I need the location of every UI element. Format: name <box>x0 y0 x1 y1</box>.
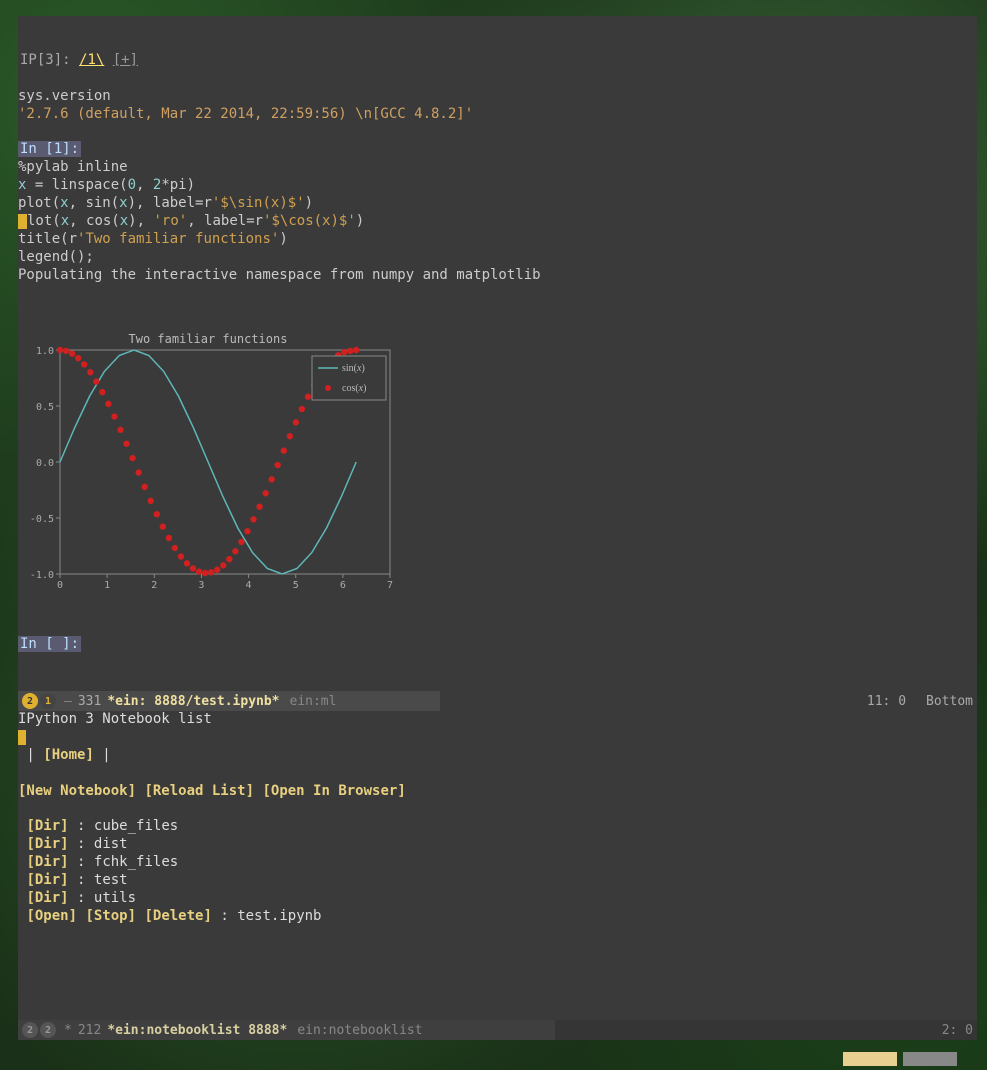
buffer-name: *ein:notebooklist 8888* <box>107 1023 287 1038</box>
svg-text:5: 5 <box>293 580 299 591</box>
dir-name: fchk_files <box>94 854 178 870</box>
tab-bar[interactable]: IP[3]: /1\ [+] <box>18 52 977 70</box>
dir-name: test <box>94 872 128 888</box>
taskbar-icons <box>843 1052 957 1066</box>
code-line: legend(); <box>18 249 94 265</box>
in-prompt-empty[interactable]: In [ ]: <box>18 636 81 652</box>
nb-open-button[interactable]: [Open] <box>26 908 77 924</box>
code-output: '2.7.6 (default, Mar 22 2014, 22:59:56) … <box>18 106 473 122</box>
dir-link[interactable]: [Dir] <box>26 872 68 888</box>
svg-text:0: 0 <box>57 580 63 591</box>
svg-text:7: 7 <box>387 580 393 591</box>
new-notebook-button[interactable]: [New Notebook] <box>18 783 136 799</box>
svg-text:2: 2 <box>151 580 157 591</box>
svg-text:-0.5: -0.5 <box>30 514 54 525</box>
plot-output: Two familiar functions -1.0-0.50.00.51.0… <box>18 326 398 596</box>
code-line: sys.version <box>18 88 111 104</box>
svg-text:sin(x): sin(x) <box>342 363 365 374</box>
buffer-name: *ein: 8888/test.ipynb* <box>107 694 279 709</box>
scroll-pos: Bottom <box>926 694 973 709</box>
svg-text:1: 1 <box>104 580 110 591</box>
nb-filename: test.ipynb <box>237 908 321 924</box>
line-number: 331 <box>78 694 101 709</box>
svg-text:4: 4 <box>246 580 252 591</box>
tab-add[interactable]: [+] <box>113 52 138 68</box>
svg-text:0.0: 0.0 <box>36 458 54 469</box>
plot-svg: -1.0 -0.5 0.0 0.5 1.0 0 1 2 3 4 5 6 7 sin(x) cos(x) <box>18 326 398 596</box>
badge-icon: 2 <box>40 1022 56 1038</box>
nb-list-title: IPython 3 Notebook list <box>18 711 212 727</box>
dir-link[interactable]: [Dir] <box>26 818 68 834</box>
svg-text:6: 6 <box>340 580 346 591</box>
tab-prefix: IP[3]: <box>20 52 71 68</box>
modeline-top: 2 1 — 331 *ein: 8888/test.ipynb* ein:ml … <box>18 691 977 711</box>
code-line: %pylab inline <box>18 159 128 175</box>
cell0-code[interactable]: sys.version '2.7.6 (default, Mar 22 2014… <box>18 88 977 285</box>
major-mode: ein:notebooklist <box>297 1023 422 1038</box>
modeline-bottom: 2 2 * 212 *ein:notebooklist 8888* ein:no… <box>18 1020 977 1040</box>
dir-link[interactable]: [Dir] <box>26 836 68 852</box>
badge-icon: 2 <box>22 693 38 709</box>
cursor-pos: 11: 0 <box>867 694 906 709</box>
cell-output: Populating the interactive namespace fro… <box>18 267 541 283</box>
open-browser-button[interactable]: [Open In Browser] <box>262 783 405 799</box>
major-mode: ein:ml <box>290 694 337 709</box>
home-link[interactable]: [Home] <box>43 747 94 763</box>
notebook-pane[interactable]: IP[3]: /1\ [+] sys.version '2.7.6 (defau… <box>18 16 977 691</box>
dir-link[interactable]: [Dir] <box>26 890 68 906</box>
tab-active[interactable]: /1\ <box>79 52 104 68</box>
dir-name: cube_files <box>94 818 178 834</box>
text-cursor <box>18 214 27 229</box>
badge-icon: 1 <box>40 693 56 709</box>
svg-text:cos(x): cos(x) <box>342 383 366 394</box>
nb-delete-button[interactable]: [Delete] <box>144 908 211 924</box>
nb-stop-button[interactable]: [Stop] <box>85 908 136 924</box>
in-prompt: In [1]: <box>18 141 81 157</box>
svg-text:1.0: 1.0 <box>36 346 54 357</box>
text-cursor <box>18 730 26 745</box>
dir-name: dist <box>94 836 128 852</box>
svg-text:-1.0: -1.0 <box>30 570 54 581</box>
dir-name: utils <box>94 890 136 906</box>
cursor-pos: 2: 0 <box>942 1023 973 1038</box>
svg-text:0.5: 0.5 <box>36 402 54 413</box>
badge-icon: 2 <box>22 1022 38 1038</box>
reload-list-button[interactable]: [Reload List] <box>144 783 254 799</box>
dir-link[interactable]: [Dir] <box>26 854 68 870</box>
notebooklist-pane[interactable]: IPython 3 Notebook list | [Home] | [New … <box>18 711 977 1020</box>
line-number: 212 <box>78 1023 101 1038</box>
svg-text:3: 3 <box>198 580 204 591</box>
